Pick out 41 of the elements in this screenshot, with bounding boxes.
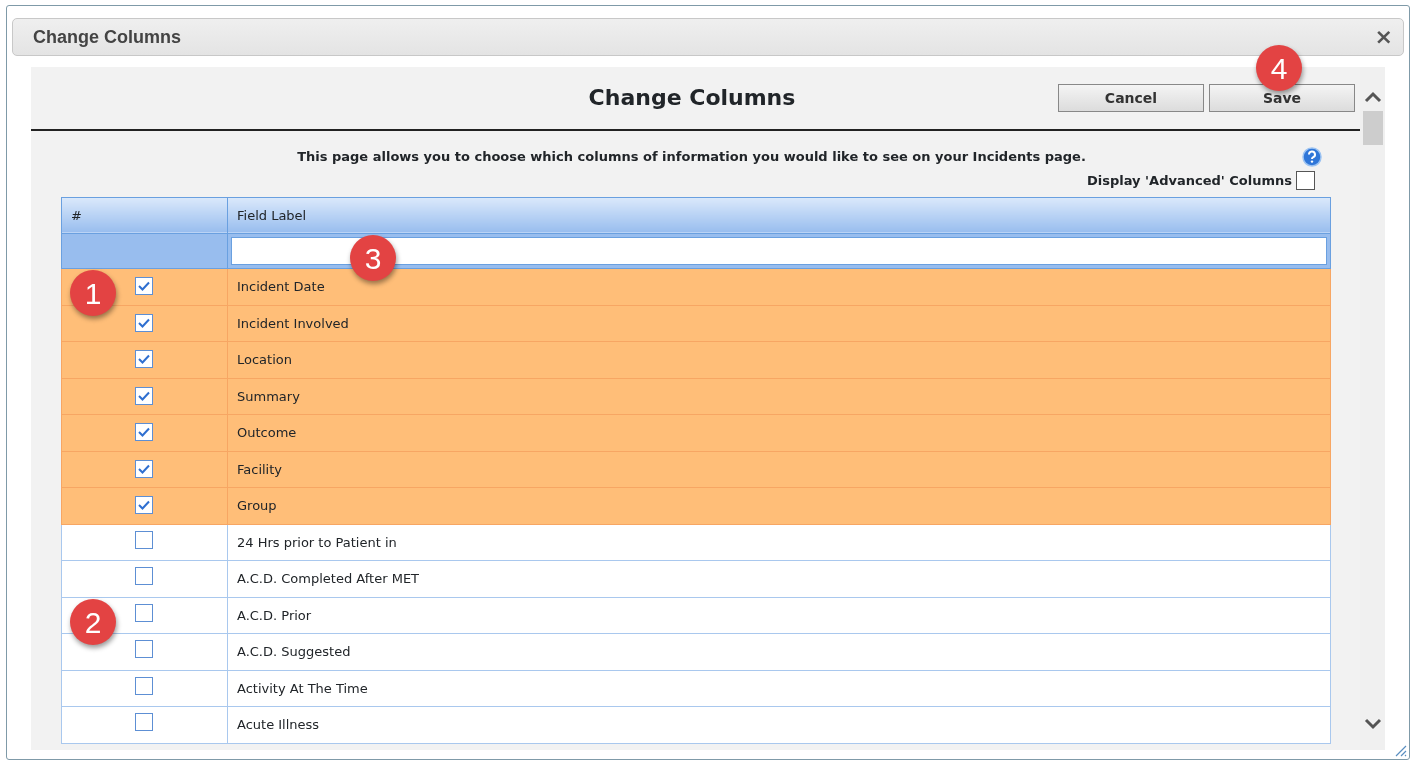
row-checkbox[interactable] [135, 676, 153, 695]
field-label-cell: A.C.D. Prior [227, 597, 1331, 634]
save-button[interactable]: Save [1209, 84, 1355, 112]
field-label-cell: Incident Date [227, 268, 1331, 305]
row-checkbox[interactable] [135, 713, 153, 731]
row-checkbox[interactable] [135, 313, 153, 332]
page-title: Change Columns [587, 84, 797, 112]
row-checkbox[interactable] [135, 496, 153, 514]
field-label-cell: Acute Illness [227, 706, 1331, 743]
dialog-title: Change Columns [33, 25, 181, 49]
cancel-button[interactable]: Cancel [1058, 84, 1204, 112]
row-checkbox[interactable] [135, 386, 153, 405]
column-header: # [61, 197, 228, 234]
scroll-up-icon[interactable] [1363, 91, 1382, 103]
field-label-cell: A.C.D. Completed After MET [227, 560, 1331, 597]
field-label-cell: Summary [227, 378, 1331, 415]
row-checkbox[interactable] [135, 277, 153, 295]
field-label-cell: Activity At The Time [227, 670, 1331, 707]
advanced-columns-checkbox[interactable] [1296, 171, 1315, 191]
row-checkbox[interactable] [135, 459, 153, 478]
row-checkbox[interactable] [135, 603, 153, 622]
row-checkbox[interactable] [135, 530, 153, 549]
field-label-cell: Facility [227, 451, 1331, 488]
row-checkbox[interactable] [135, 423, 153, 441]
field-label-cell: 24 Hrs prior to Patient in [227, 524, 1331, 561]
close-button[interactable]: × [1374, 26, 1393, 48]
advanced-columns-label: Display 'Advanced' Columns [1086, 172, 1292, 190]
help-icon[interactable] [1302, 147, 1322, 167]
row-checkbox[interactable] [135, 567, 153, 585]
field-label-cell: Location [227, 341, 1331, 378]
resize-grip-icon[interactable] [1393, 743, 1407, 757]
scroll-thumb[interactable] [1362, 111, 1383, 145]
description-text: This page allows you to choose which columns of information you would like to see on your Incidents page. [296, 148, 1087, 166]
scroll-down-icon[interactable] [1363, 718, 1382, 730]
column-header: Field Label [227, 197, 1331, 234]
field-label-cell: Outcome [227, 414, 1331, 451]
field-label-cell: Incident Involved [227, 305, 1331, 342]
field-label-cell: Group [227, 487, 1331, 524]
row-checkbox[interactable] [135, 350, 153, 368]
field-label-cell: A.C.D. Suggested [227, 633, 1331, 670]
row-checkbox[interactable] [135, 640, 153, 658]
